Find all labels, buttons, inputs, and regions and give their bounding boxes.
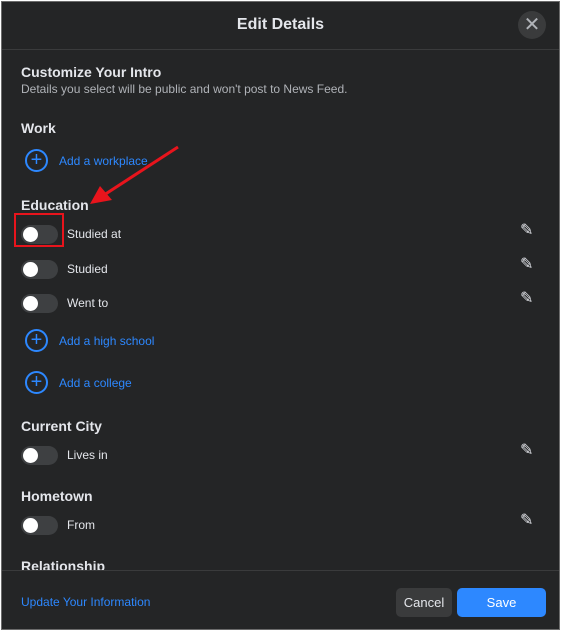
annotation-arrow: [90, 145, 179, 204]
